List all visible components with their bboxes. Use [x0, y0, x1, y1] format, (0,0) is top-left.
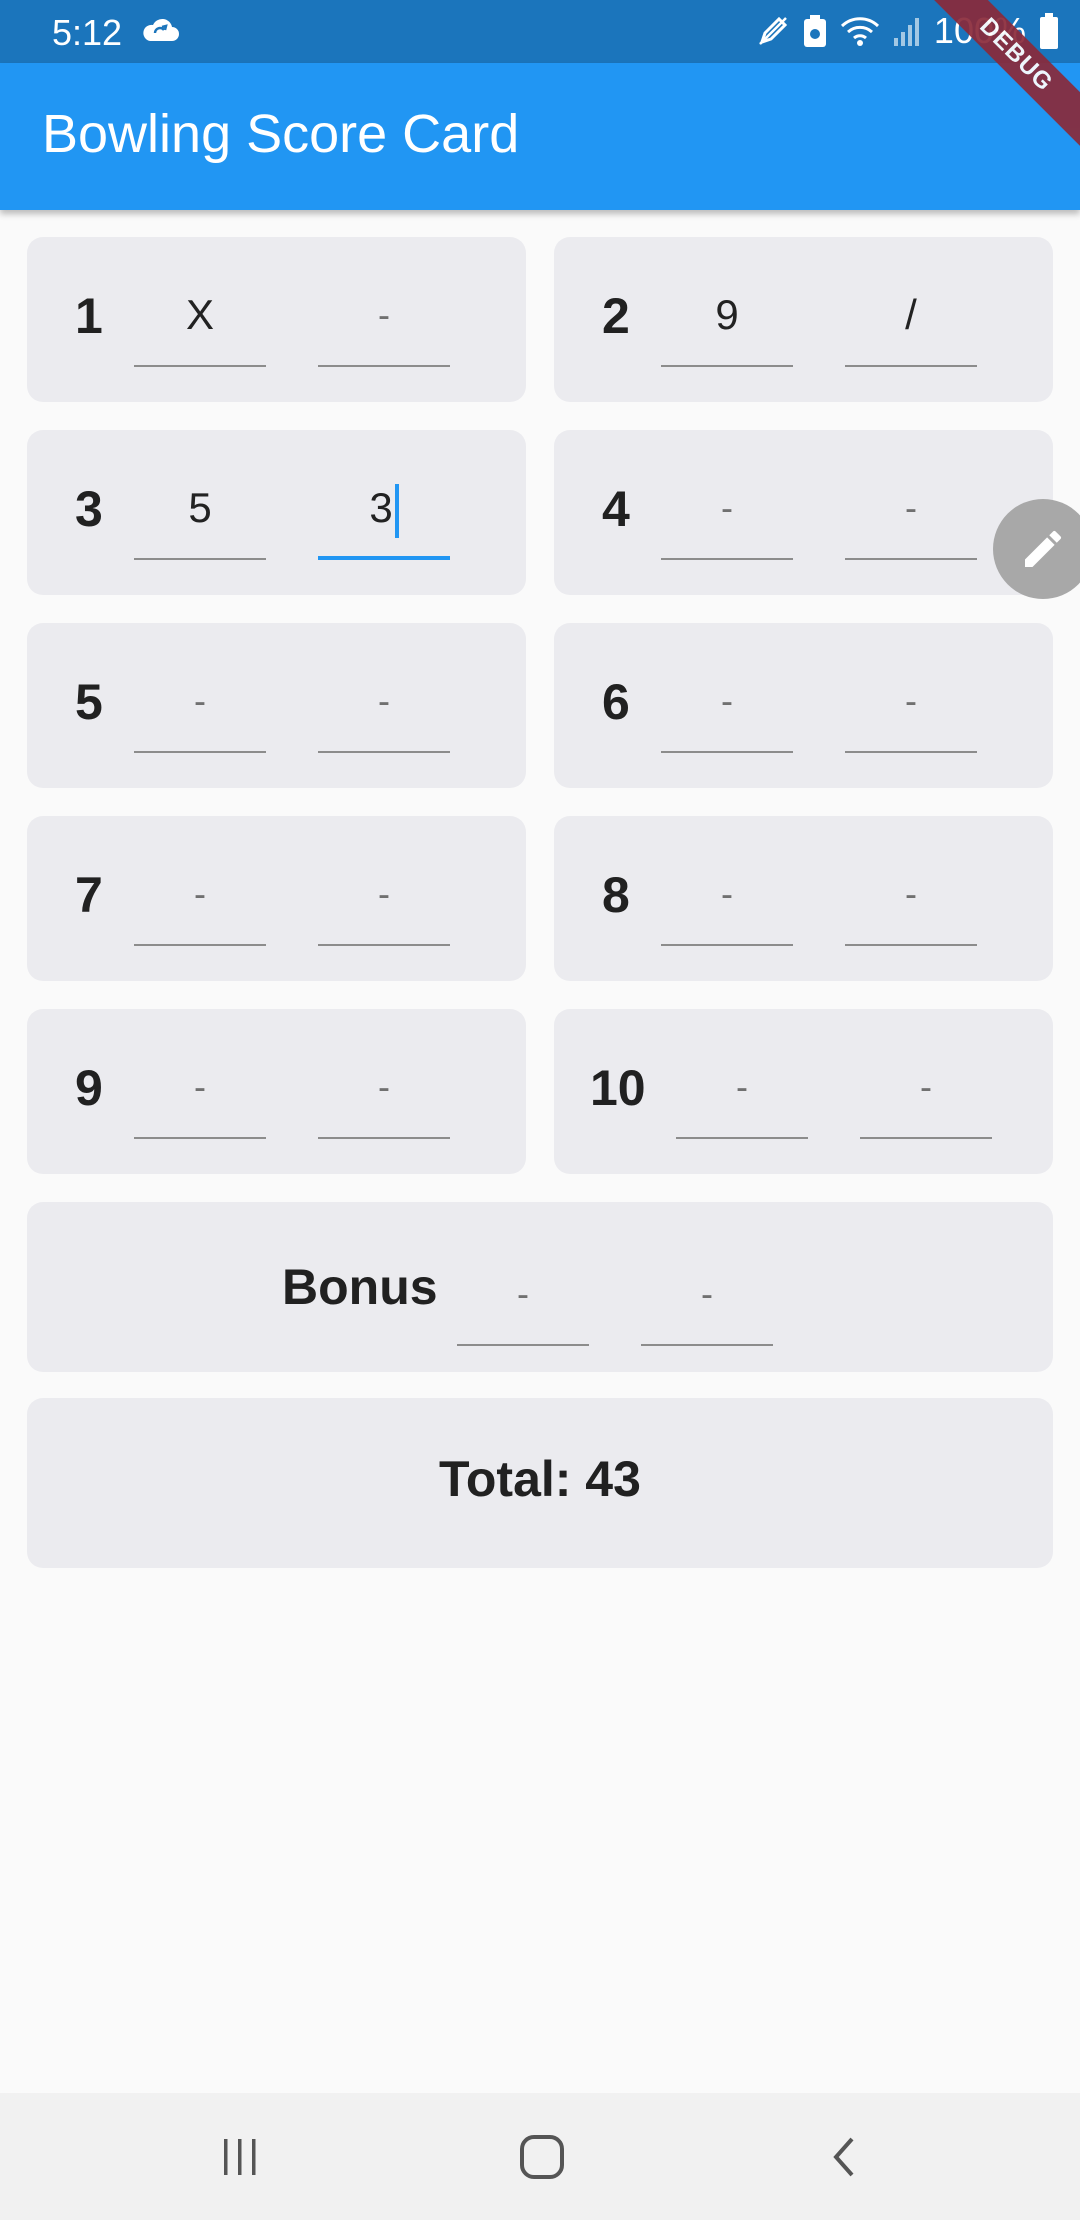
frame-number: 2 [602, 288, 630, 344]
frame-number: 5 [75, 674, 103, 730]
roll-2-input[interactable]: - [845, 653, 977, 753]
cloud-sync-icon [143, 18, 179, 41]
total-label: Total: 43 [439, 1451, 641, 1507]
bonus-card: Bonus - - [27, 1202, 1053, 1372]
roll-2-input[interactable]: - [318, 653, 450, 753]
app-title: Bowling Score Card [42, 104, 520, 164]
frame-number: 1 [75, 288, 103, 344]
frame-card-2: 2 9 / [554, 237, 1053, 402]
roll-2-input[interactable]: - [318, 267, 450, 367]
roll-1-input[interactable]: - [661, 653, 793, 753]
roll-2-value: 3 [369, 484, 393, 531]
roll-2-input[interactable]: - [860, 1039, 992, 1139]
frame-card-10: 10 - - [554, 1009, 1053, 1174]
frame-card-1: 1 X - [27, 237, 526, 402]
roll-1-input[interactable]: - [134, 1039, 266, 1139]
system-nav-bar [0, 2093, 1080, 2220]
battery-percent: 100% [933, 10, 1026, 51]
status-time: 5:12 [52, 12, 123, 53]
battery-saver-icon [803, 15, 826, 47]
roll-1-input[interactable]: - [661, 460, 793, 560]
frame-card-8: 8 - - [554, 816, 1053, 981]
signal-icon [893, 18, 919, 46]
roll-1-input[interactable]: 9 [661, 267, 793, 367]
roll-2-input[interactable]: - [845, 460, 977, 560]
pencil-icon [1025, 530, 1062, 567]
frame-number: 10 [590, 1060, 646, 1116]
app-bar: Bowling Score Card [0, 63, 1080, 210]
frame-number: 4 [602, 481, 630, 537]
bonus-roll-1-input[interactable]: - [457, 1246, 589, 1346]
frame-card-3: 3 5 3 [27, 430, 526, 595]
wifi-icon [840, 17, 879, 46]
roll-1-input[interactable]: - [134, 653, 266, 753]
bonus-label: Bonus [282, 1259, 438, 1315]
roll-2-input-focused[interactable]: 3 [318, 460, 450, 560]
edit-icon [759, 16, 788, 45]
roll-1-input[interactable]: X [134, 267, 266, 367]
frame-card-5: 5 - - [27, 623, 526, 788]
roll-1-input[interactable]: - [661, 846, 793, 946]
roll-1-input[interactable]: 5 [134, 460, 266, 560]
home-button[interactable] [506, 2121, 578, 2193]
frame-card-7: 7 - - [27, 816, 526, 981]
roll-2-input[interactable]: - [845, 846, 977, 946]
back-icon [833, 2137, 854, 2177]
roll-1-input[interactable]: - [676, 1039, 808, 1139]
frame-number: 6 [602, 674, 630, 730]
text-cursor [394, 483, 399, 538]
roll-1-input[interactable]: - [134, 846, 266, 946]
roll-2-input[interactable]: - [318, 1039, 450, 1139]
frame-number: 8 [602, 867, 630, 923]
status-icons: 100% [756, 10, 1060, 52]
roll-2-input[interactable]: / [845, 267, 977, 367]
frame-card-6: 6 - - [554, 623, 1053, 788]
recent-apps-icon [224, 2139, 256, 2175]
roll-2-input[interactable]: - [318, 846, 450, 946]
total-card: Total: 43 [27, 1398, 1053, 1568]
back-button[interactable] [808, 2121, 880, 2193]
frame-number: 3 [75, 481, 103, 537]
frame-number: 7 [75, 867, 103, 923]
bonus-roll-2-input[interactable]: - [641, 1246, 773, 1346]
frame-card-4: 4 - - [554, 430, 1053, 595]
recent-apps-button[interactable] [204, 2121, 276, 2193]
frame-number: 9 [75, 1060, 103, 1116]
frame-card-9: 9 - - [27, 1009, 526, 1174]
status-bar: 5:12 100% [0, 0, 1080, 63]
battery-icon [1040, 13, 1058, 49]
home-icon [520, 2135, 564, 2179]
